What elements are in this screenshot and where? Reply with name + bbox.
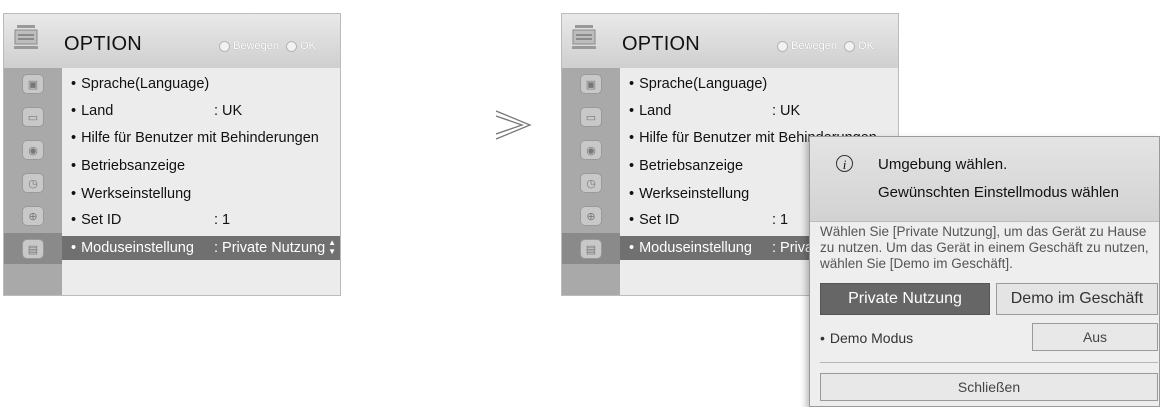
picture-icon: ▣	[22, 74, 44, 94]
clock-icon: ◷	[22, 173, 44, 193]
menu-item-label: Betriebsanzeige	[639, 158, 744, 174]
navigate-arrows-icon	[219, 40, 231, 52]
menu-item-label: Land	[639, 103, 672, 119]
menu-item-country[interactable]: Land : UK	[71, 103, 242, 119]
menu-item-power-indicator[interactable]: Betriebsanzeige	[629, 158, 743, 174]
menu-sidebar: ▣ ▭ ◉ ◷ ⊕ ▤	[4, 68, 62, 295]
option-icon: ▤	[580, 239, 602, 259]
menu-item-label: Land	[81, 103, 114, 119]
private-use-button[interactable]: Private Nutzung	[820, 283, 990, 315]
menu-item-label: Set ID	[81, 212, 122, 228]
sidebar-lock[interactable]: ⊕	[562, 200, 620, 231]
info-icon: i	[836, 155, 853, 172]
dialog-subtitle: Gewünschten Einstellmodus wählen	[878, 184, 1119, 201]
menu-item-country[interactable]: Land : UK	[629, 103, 800, 119]
time-icon: ◉	[22, 140, 44, 160]
sidebar-picture[interactable]: ▣	[4, 68, 62, 99]
menu-item-value: : UK	[772, 103, 801, 119]
sidebar-picture[interactable]: ▣	[562, 68, 620, 99]
menu-item-value: : Private Nutzung	[214, 240, 326, 256]
menu-title: OPTION	[64, 33, 142, 55]
sidebar-audio[interactable]: ▭	[4, 101, 62, 132]
menu-title: OPTION	[622, 33, 700, 55]
audio-icon: ▭	[22, 107, 44, 127]
lock-icon: ⊕	[22, 206, 44, 226]
hint-move-label: Bewegen	[791, 40, 838, 52]
hint-ok-label: OK	[858, 40, 874, 52]
menu-item-language[interactable]: Sprache(Language)	[71, 76, 209, 92]
menu-item-factory-reset[interactable]: Werkseinstellung	[629, 186, 749, 202]
menu-item-label: Moduseinstellung	[81, 240, 194, 256]
menu-item-label: Betriebsanzeige	[81, 158, 186, 174]
dialog-header: i Umgebung wählen. Gewünschten Einstellm…	[810, 137, 1159, 222]
close-button[interactable]: Schließen	[820, 373, 1158, 401]
option-menu-left: OPTION Bewegen OK ▣ ▭ ◉ ◷ ⊕ ▤ Sprache(La…	[3, 13, 341, 296]
menu-item-language[interactable]: Sprache(Language)	[629, 76, 767, 92]
demo-mode-toggle[interactable]: Aus	[1032, 323, 1158, 351]
navigation-hint: Bewegen OK	[219, 40, 316, 52]
time-icon: ◉	[580, 140, 602, 160]
menu-item-power-indicator[interactable]: Betriebsanzeige	[71, 158, 185, 174]
sidebar-clock[interactable]: ◷	[562, 167, 620, 198]
menu-item-set-id[interactable]: Set ID : 1	[629, 212, 788, 228]
navigate-arrows-icon	[777, 40, 789, 52]
tv-settings-icon	[572, 25, 596, 49]
menu-item-mode-setting[interactable]: Moduseinstellung : Private Nutzung▲▼	[62, 236, 340, 260]
menu-item-value: : 1	[214, 212, 231, 228]
menu-item-label: Werkseinstellung	[81, 186, 192, 202]
sidebar-time[interactable]: ◉	[4, 134, 62, 165]
menu-item-label: Moduseinstellung	[639, 240, 752, 256]
menu-item-set-id[interactable]: Set ID : 1	[71, 212, 230, 228]
hint-ok-label: OK	[300, 40, 316, 52]
picture-icon: ▣	[580, 74, 602, 94]
menu-list: Sprache(Language) Land : UK Hilfe für Ben…	[62, 68, 340, 295]
audio-icon: ▭	[580, 107, 602, 127]
divider	[820, 362, 1158, 363]
menu-header: OPTION Bewegen OK	[4, 14, 340, 68]
menu-item-value: : UK	[214, 103, 243, 119]
clock-icon: ◷	[580, 173, 602, 193]
menu-item-value: : 1	[772, 212, 789, 228]
lock-icon: ⊕	[580, 206, 602, 226]
menu-item-accessibility[interactable]: Hilfe für Benutzer mit Behinderungen	[71, 130, 319, 146]
demo-mode-label: Demo Modus	[820, 330, 913, 346]
tv-settings-icon	[14, 25, 38, 49]
ok-button-icon	[286, 40, 298, 52]
sidebar-audio[interactable]: ▭	[562, 101, 620, 132]
sidebar-option[interactable]: ▤	[562, 233, 620, 264]
option-icon: ▤	[22, 239, 44, 259]
sidebar-clock[interactable]: ◷	[4, 167, 62, 198]
sidebar-lock[interactable]: ⊕	[4, 200, 62, 231]
menu-item-label: Hilfe für Benutzer mit Behinderungen	[81, 130, 319, 146]
sidebar-time[interactable]: ◉	[562, 134, 620, 165]
hint-move-label: Bewegen	[233, 40, 280, 52]
menu-item-label: Sprache(Language)	[639, 76, 768, 92]
menu-item-label: Werkseinstellung	[639, 186, 750, 202]
mode-setting-dialog: i Umgebung wählen. Gewünschten Einstellm…	[809, 136, 1160, 407]
sidebar-option[interactable]: ▤	[4, 233, 62, 264]
up-down-arrows-icon: ▲ ▼	[328, 238, 336, 256]
menu-sidebar: ▣ ▭ ◉ ◷ ⊕ ▤	[562, 68, 620, 295]
store-demo-button[interactable]: Demo im Geschäft	[996, 283, 1158, 315]
navigation-hint: Bewegen OK	[777, 40, 874, 52]
dialog-description: Wählen Sie [Private Nutzung], um das Ger…	[820, 224, 1149, 271]
next-step-arrow-icon	[495, 110, 532, 140]
menu-item-factory-reset[interactable]: Werkseinstellung	[71, 186, 191, 202]
menu-item-label: Sprache(Language)	[81, 76, 210, 92]
dialog-title: Umgebung wählen.	[878, 156, 1008, 173]
ok-button-icon	[844, 40, 856, 52]
menu-header: OPTION Bewegen OK	[562, 14, 898, 68]
menu-item-label: Set ID	[639, 212, 680, 228]
